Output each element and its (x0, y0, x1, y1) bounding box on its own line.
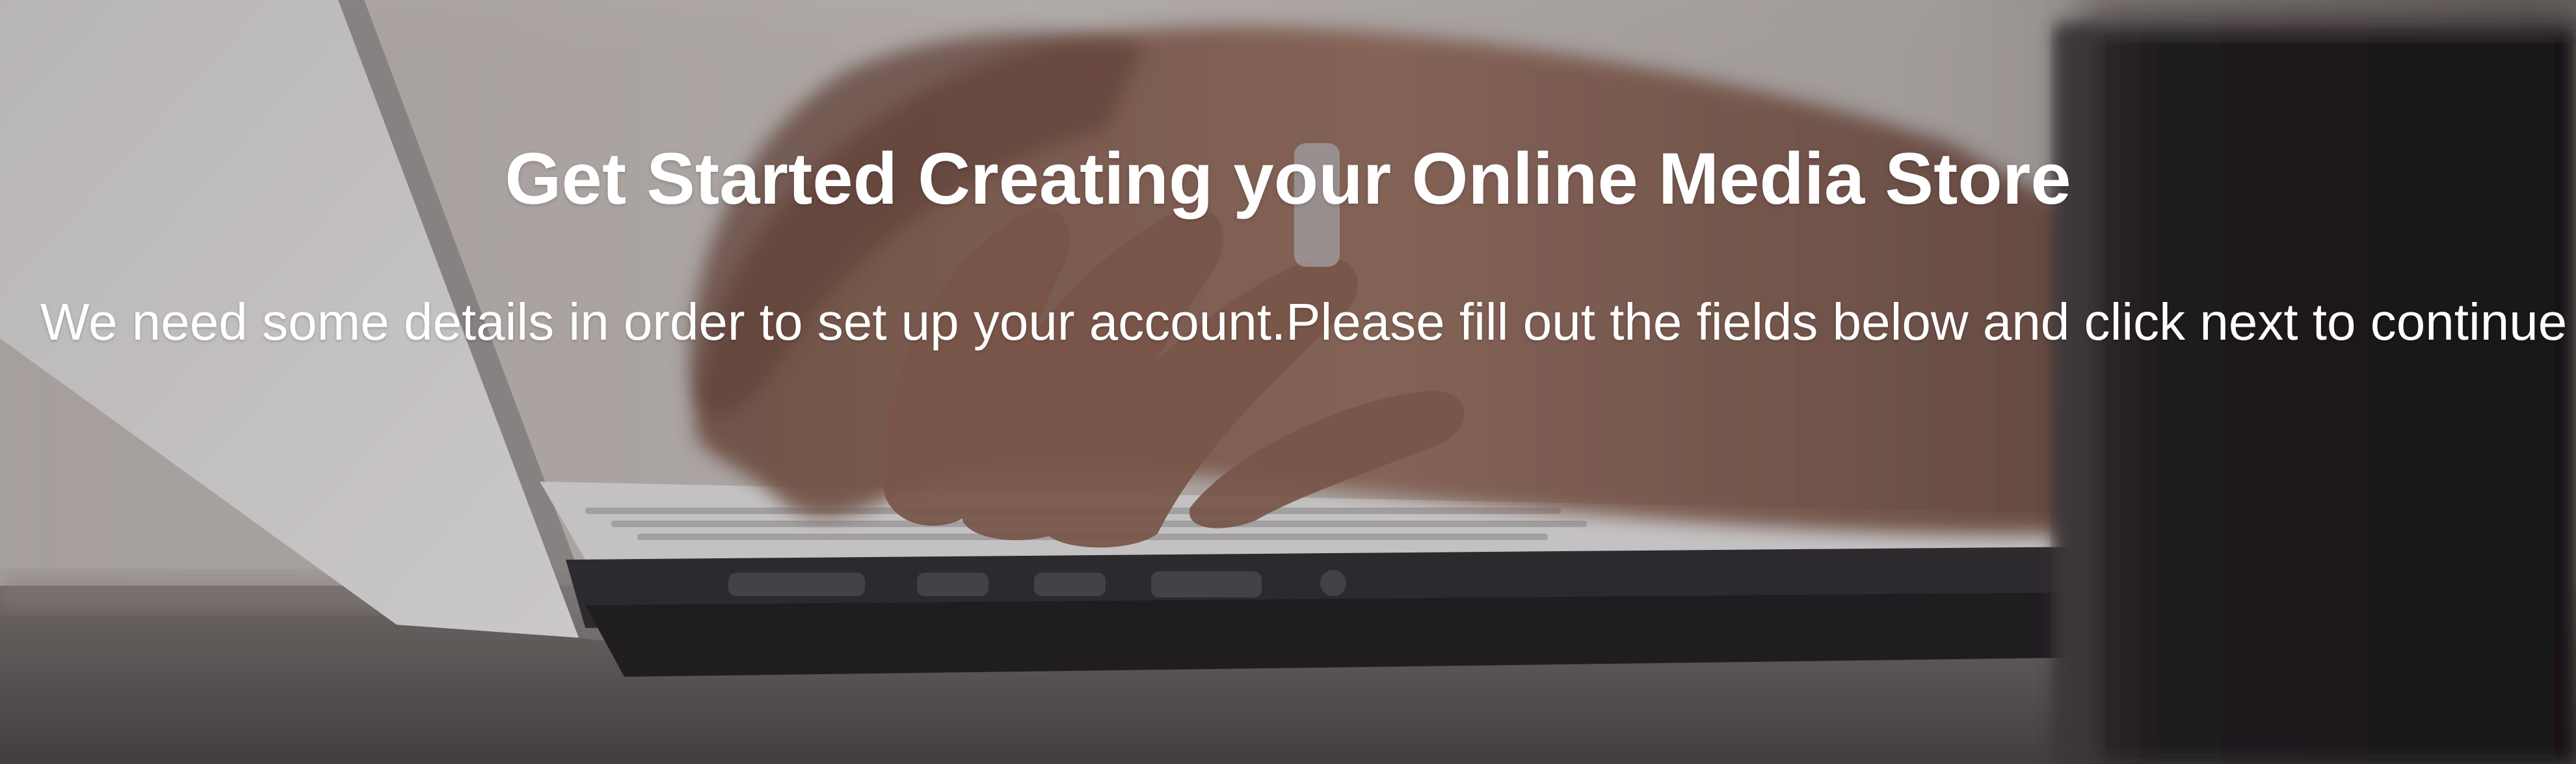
page-title: Get Started Creating your Online Media S… (505, 138, 2071, 219)
dark-overlay (0, 0, 2576, 764)
hero-banner: Get Started Creating your Online Media S… (0, 0, 2576, 764)
page-subtitle: We need some details in order to set up … (40, 293, 2568, 351)
